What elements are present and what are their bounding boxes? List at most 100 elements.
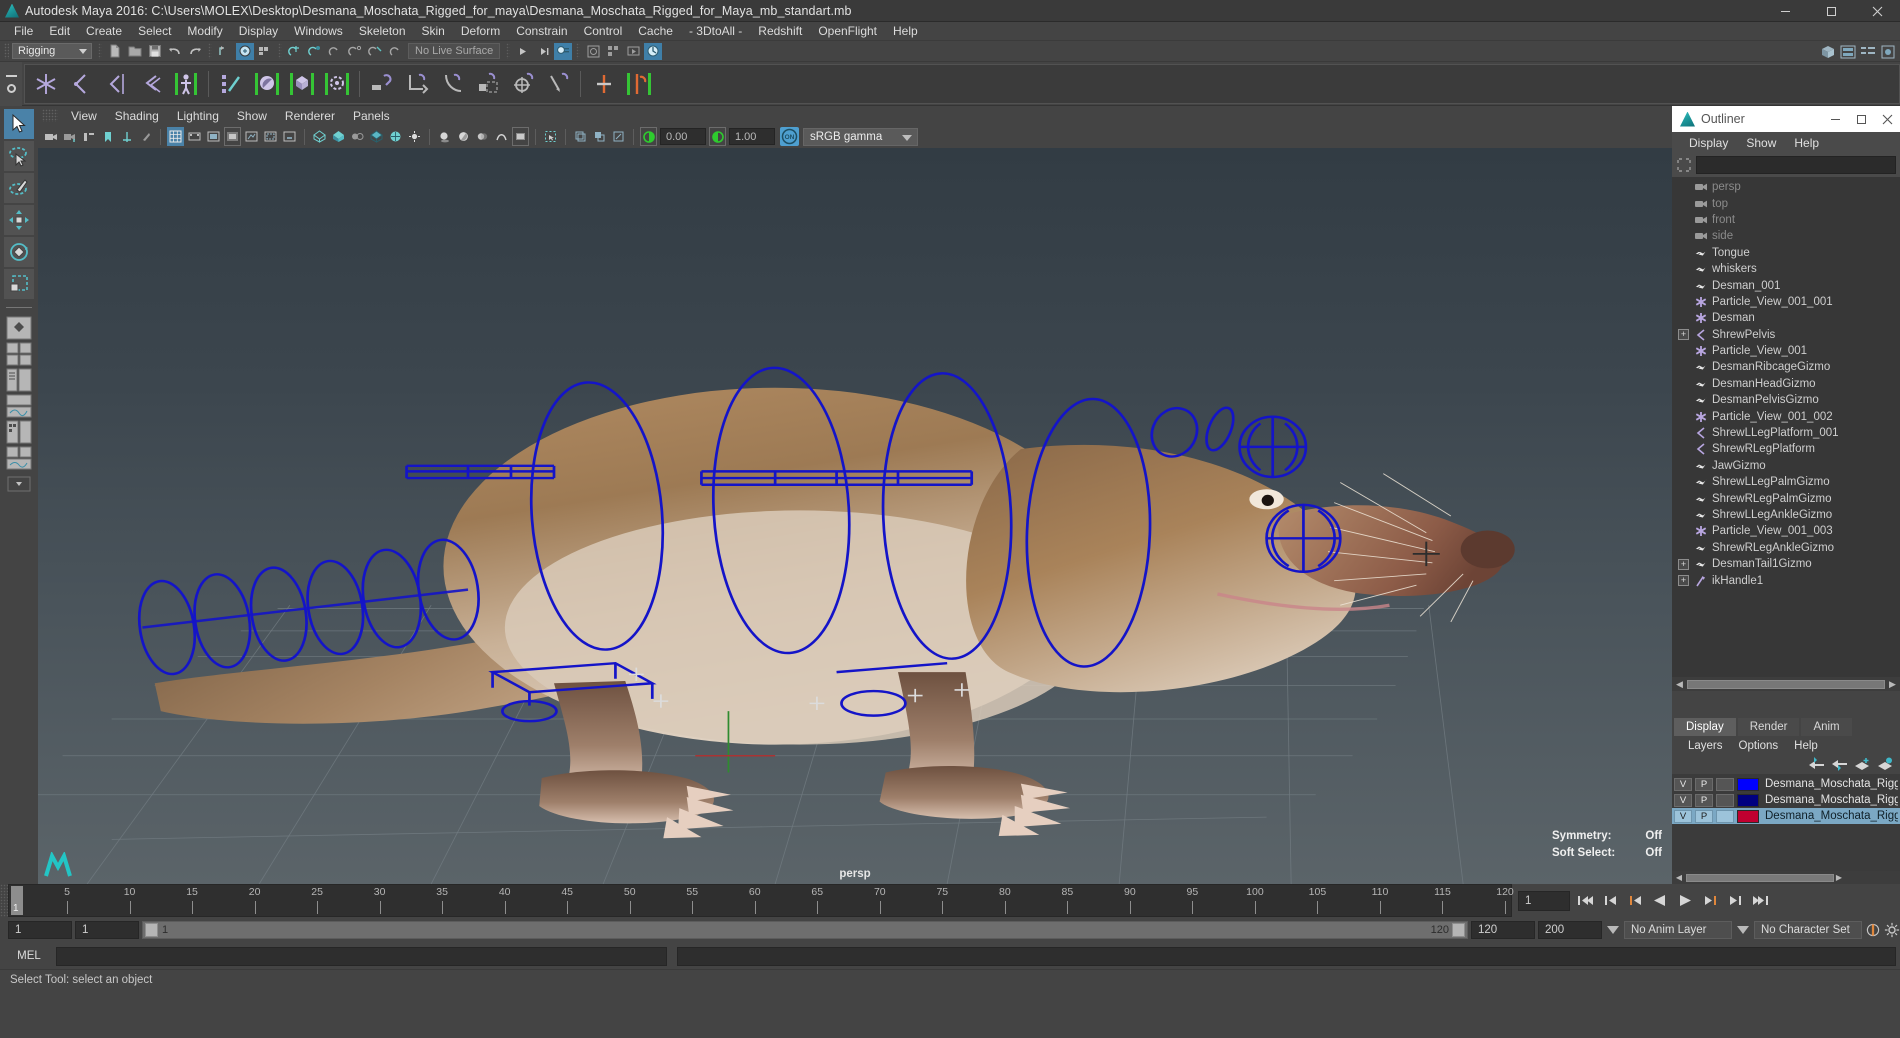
layer-color-swatch[interactable] <box>1737 809 1759 823</box>
viewport-menu-show[interactable]: Show <box>228 109 276 123</box>
layer-display-type-toggle[interactable] <box>1716 777 1734 791</box>
layer-menu-options[interactable]: Options <box>1731 740 1787 752</box>
safe-action-icon[interactable] <box>262 127 279 146</box>
layer-display-type-toggle[interactable] <box>1716 809 1734 823</box>
time-slider-track[interactable]: 5 10 15 20 25 30 35 40 45 50 55 60 65 70 75 80 85 90 95 100… <box>8 884 1514 917</box>
minimize-icon[interactable] <box>1762 0 1808 22</box>
menu-deform[interactable]: Deform <box>453 22 508 41</box>
time-cursor[interactable]: 1 <box>11 886 23 915</box>
snap-to-curve-icon[interactable] <box>306 43 324 60</box>
outliner-close-icon[interactable] <box>1874 106 1900 132</box>
view-transform-selector[interactable]: sRGB gamma <box>803 127 918 146</box>
animation-end-field[interactable]: 200 <box>1538 921 1602 939</box>
outliner-item[interactable]: ShrewLLegAnkleGizmo <box>1672 507 1900 523</box>
outliner-menu-help[interactable]: Help <box>1785 136 1828 150</box>
menu-skeleton[interactable]: Skeleton <box>351 22 414 41</box>
viewport-menu-grip[interactable] <box>42 109 58 122</box>
render-settings-icon[interactable] <box>584 43 602 60</box>
new-layer-icon[interactable] <box>1854 757 1871 772</box>
outliner-item[interactable]: + DesmanTail1Gizmo <box>1672 556 1900 572</box>
anti-alias-icon[interactable] <box>493 127 510 146</box>
color-management-toggle[interactable]: ON <box>780 127 799 146</box>
select-camera-icon[interactable] <box>42 127 59 146</box>
layout-more-chevron-icon[interactable] <box>4 472 34 496</box>
layer-row[interactable]: VP Desmana_Moschata_Rigged_ <box>1672 776 1900 792</box>
expand-icon[interactable]: + <box>1678 329 1689 341</box>
ik-spline-handle-tool-icon[interactable] <box>98 66 133 101</box>
current-frame-field[interactable]: 1 <box>1518 890 1570 911</box>
range-right-handle[interactable] <box>1452 923 1465 937</box>
render-current-frame-icon[interactable] <box>534 43 552 60</box>
film-gate-icon[interactable] <box>186 127 203 146</box>
snap-to-grid-icon[interactable] <box>286 43 304 60</box>
outliner-item[interactable]: DesmanPelvisGizmo <box>1672 392 1900 408</box>
time-slider-grip[interactable] <box>0 884 8 917</box>
go-to-start-icon[interactable] <box>1575 891 1595 911</box>
outliner-item[interactable]: Desman <box>1672 310 1900 326</box>
outliner-persp-layout-icon[interactable] <box>4 368 34 392</box>
menu-display[interactable]: Display <box>231 22 286 41</box>
bookmarks-icon[interactable] <box>99 127 116 146</box>
shelf-options-gear-icon[interactable] <box>6 83 16 93</box>
show-hide-channel-box-icon[interactable] <box>1859 43 1877 60</box>
menu-set-selector[interactable]: Rigging <box>12 43 92 59</box>
select-by-object-type-icon[interactable] <box>236 42 254 60</box>
four-view-layout-icon[interactable] <box>4 342 34 366</box>
ambient-occlusion-icon[interactable] <box>455 127 472 146</box>
open-render-view-icon[interactable] <box>514 43 532 60</box>
show-hide-attribute-editor-icon[interactable] <box>1839 43 1857 60</box>
xray-active-components-icon[interactable] <box>610 127 627 146</box>
menu-skin[interactable]: Skin <box>414 22 453 41</box>
show-hide-tool-settings-icon[interactable] <box>1879 43 1897 60</box>
select-by-component-type-icon[interactable] <box>256 43 274 60</box>
paint-select-tool-icon[interactable] <box>4 173 34 203</box>
layer-playback-toggle[interactable]: P <box>1695 777 1713 791</box>
go-to-end-icon[interactable] <box>1750 891 1770 911</box>
anim-layer-selector[interactable]: No Anim Layer <box>1624 921 1732 939</box>
two-d-pan-zoom-icon[interactable] <box>137 127 154 146</box>
layer-visibility-toggle[interactable]: V <box>1674 777 1692 791</box>
snap-to-projected-center-icon[interactable] <box>346 43 364 60</box>
resolution-gate-icon[interactable] <box>205 127 222 146</box>
outliner-maximize-icon[interactable] <box>1848 106 1874 132</box>
outliner-item[interactable]: whiskers <box>1672 261 1900 277</box>
aim-constraint-icon[interactable] <box>505 66 540 101</box>
layer-color-swatch[interactable] <box>1737 777 1759 791</box>
outliner-item-list[interactable]: persp top front side Tongue whiskers Desman_00… <box>1672 177 1900 677</box>
snap-to-view-planes-icon[interactable] <box>366 43 384 60</box>
viewport-menu-panels[interactable]: Panels <box>344 109 399 123</box>
step-back-key-icon[interactable] <box>1600 891 1620 911</box>
tab-display[interactable]: Display <box>1674 718 1736 736</box>
step-back-frame-icon[interactable] <box>1625 891 1645 911</box>
character-set-chevron-icon[interactable] <box>1735 921 1751 939</box>
menu-redshift[interactable]: Redshift <box>750 22 810 41</box>
outliner-item[interactable]: ShrewRLegPlatform <box>1672 441 1900 457</box>
scroll-right-icon[interactable]: ▶ <box>1887 679 1898 690</box>
select-by-hierarchy-icon[interactable] <box>216 43 234 60</box>
select-filter-icon[interactable] <box>1676 157 1692 173</box>
scale-constraint-icon[interactable] <box>470 66 505 101</box>
range-left-handle[interactable] <box>145 923 158 937</box>
viewport-menu-shading[interactable]: Shading <box>106 109 168 123</box>
layer-list[interactable]: VPDesmana_Moschata_Rigged_VPDesmana_Mosc… <box>1672 774 1900 871</box>
outliner-item[interactable]: front <box>1672 212 1900 228</box>
grid-toggle-icon[interactable] <box>167 127 184 146</box>
xray-display-icon[interactable] <box>572 127 589 146</box>
layer-color-swatch[interactable] <box>1737 793 1759 807</box>
move-tool-icon[interactable] <box>4 205 34 235</box>
parent-constraint-icon[interactable] <box>365 66 400 101</box>
animation-preferences-icon[interactable] <box>1884 921 1900 939</box>
outliner-item[interactable]: Particle_View_001 <box>1672 343 1900 359</box>
redshift-render-icon[interactable] <box>644 42 663 60</box>
exposure-field[interactable]: 0.00 <box>660 128 706 145</box>
show-hide-modeling-toolkit-icon[interactable] <box>1819 43 1837 60</box>
range-end-field[interactable]: 120 <box>1471 921 1535 939</box>
rotate-tool-icon[interactable] <box>4 237 34 267</box>
snap-to-point-icon[interactable] <box>326 43 344 60</box>
persp-graph-layout-icon[interactable] <box>4 394 34 418</box>
animation-start-field[interactable]: 1 <box>8 921 72 939</box>
menu-create[interactable]: Create <box>78 22 130 41</box>
menu-cache[interactable]: Cache <box>630 22 681 41</box>
range-bar[interactable]: 1 120 <box>142 921 1468 939</box>
outliner-item[interactable]: side <box>1672 228 1900 244</box>
